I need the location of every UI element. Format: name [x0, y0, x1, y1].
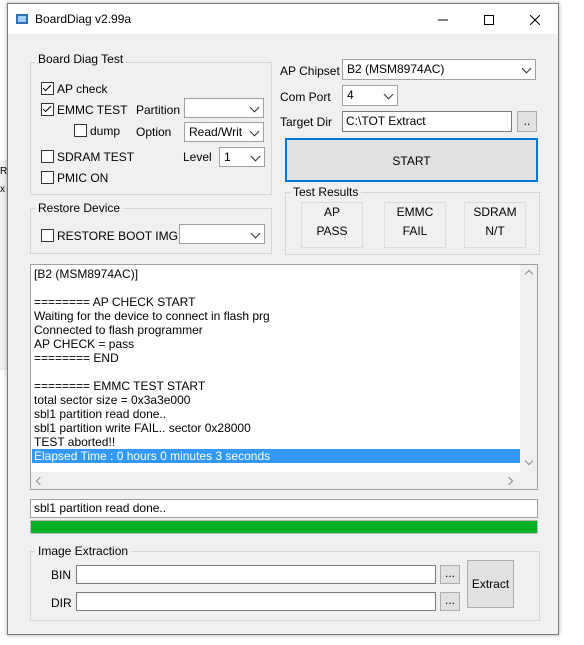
- emmc-test-label: EMMC TEST: [57, 103, 128, 117]
- app-icon: [16, 14, 28, 24]
- test-results-title: Test Results: [290, 185, 362, 199]
- log-line: sbl1 partition write FAIL.. sector 0x280…: [34, 421, 251, 435]
- log-line: ======== EMMC TEST START: [34, 379, 206, 393]
- progress-fill: [31, 521, 537, 533]
- log-line: Waiting for the device to connect in fla…: [34, 309, 270, 323]
- close-icon: [529, 14, 541, 26]
- sdram-test-checkbox[interactable]: [41, 150, 54, 163]
- restore-boot-img-checkbox[interactable]: [41, 229, 54, 242]
- result-sdram-value: N/T: [485, 224, 505, 238]
- bin-input[interactable]: [76, 565, 436, 584]
- result-sdram: SDRAM N/T: [464, 202, 526, 248]
- com-port-value: 4: [347, 88, 354, 102]
- ap-check-checkbox[interactable]: [41, 82, 54, 95]
- log-line: AP CHECK = pass: [34, 337, 135, 351]
- log-horizontal-scrollbar[interactable]: [31, 472, 520, 489]
- scrollbar-corner: [520, 472, 537, 489]
- result-sdram-name: SDRAM: [473, 205, 517, 219]
- dir-label: DIR: [51, 596, 72, 610]
- bin-browse-button[interactable]: ...: [440, 565, 460, 584]
- chevron-down-icon: [250, 228, 261, 239]
- result-ap-name: AP: [323, 205, 340, 219]
- close-button[interactable]: [512, 4, 558, 34]
- partition-label: Partition: [136, 103, 181, 117]
- extract-button[interactable]: Extract: [467, 560, 514, 608]
- chevron-down-icon: [250, 151, 261, 162]
- pmic-on-label: PMIC ON: [57, 171, 109, 185]
- restore-device-title: Restore Device: [35, 201, 124, 215]
- ap-chipset-label: AP Chipset: [280, 64, 340, 78]
- log-output[interactable]: [B2 (MSM8974AC)] ======== AP CHECK START…: [30, 264, 538, 490]
- pmic-on-checkbox[interactable]: [41, 171, 54, 184]
- dump-label: dump: [90, 124, 121, 138]
- com-port-label: Com Port: [280, 90, 331, 104]
- background-mark: x: [0, 184, 5, 195]
- restore-boot-img-select[interactable]: [179, 224, 265, 244]
- result-emmc-name: EMMC: [396, 205, 434, 219]
- progress-bar: [30, 520, 538, 534]
- dump-checkbox[interactable]: [74, 124, 87, 137]
- minimize-button[interactable]: [420, 4, 466, 34]
- minimize-icon: [438, 19, 448, 21]
- level-value: 1: [224, 150, 231, 164]
- log-vertical-scrollbar[interactable]: [520, 265, 537, 472]
- chevron-down-icon: [383, 89, 394, 100]
- log-line: ======== END: [34, 351, 119, 365]
- scroll-right-icon[interactable]: [504, 476, 514, 486]
- emmc-test-checkbox[interactable]: [41, 103, 54, 116]
- scroll-down-icon[interactable]: [524, 456, 534, 466]
- com-port-select[interactable]: 4: [342, 85, 398, 106]
- bin-label: BIN: [51, 568, 72, 582]
- chevron-down-icon: [249, 102, 260, 113]
- title-bar[interactable]: BoardDiag v2.99a: [8, 4, 558, 34]
- log-line: TEST aborted!!: [34, 435, 116, 449]
- maximize-icon: [484, 15, 494, 26]
- log-line: ======== AP CHECK START: [34, 295, 196, 309]
- option-value: Read/Writ: [189, 125, 243, 139]
- log-line-selected: Elapsed Time : 0 hours 0 minutes 3 secon…: [32, 449, 520, 463]
- log-line: [B2 (MSM8974AC)]: [34, 267, 139, 281]
- partition-select[interactable]: [184, 98, 264, 118]
- image-extraction-title: Image Extraction: [35, 544, 132, 558]
- option-label: Option: [136, 125, 172, 139]
- scroll-up-icon[interactable]: [524, 269, 534, 279]
- ap-check-label: AP check: [57, 82, 108, 96]
- start-button[interactable]: START: [285, 138, 538, 182]
- target-dir-value: C:\TOT Extract: [346, 114, 426, 128]
- result-ap: AP PASS: [301, 202, 363, 248]
- log-line: Connected to flash programmer: [34, 323, 203, 337]
- target-dir-label: Target Dir: [280, 115, 333, 129]
- sdram-test-label: SDRAM TEST: [57, 150, 135, 164]
- ap-chipset-value: B2 (MSM8974AC): [347, 62, 445, 76]
- chevron-down-icon: [249, 126, 260, 137]
- result-emmc: EMMC FAIL: [384, 202, 446, 248]
- level-select[interactable]: 1: [219, 147, 265, 167]
- log-line: sbl1 partition read done..: [34, 407, 167, 421]
- ap-chipset-select[interactable]: B2 (MSM8974AC): [342, 59, 536, 80]
- target-dir-browse-button[interactable]: ..: [517, 111, 537, 132]
- dir-browse-button[interactable]: ...: [440, 592, 460, 611]
- level-label: Level: [183, 150, 212, 164]
- result-emmc-value: FAIL: [402, 224, 428, 238]
- window-title: BoardDiag v2.99a: [35, 12, 132, 26]
- scroll-left-icon[interactable]: [35, 476, 45, 486]
- maximize-button[interactable]: [466, 4, 512, 34]
- result-ap-value: PASS: [316, 224, 348, 238]
- target-dir-input[interactable]: C:\TOT Extract: [342, 111, 512, 132]
- boarddiag-window: BoardDiag v2.99a Board Diag Test AP chec…: [7, 3, 559, 635]
- status-text: sbl1 partition read done..: [34, 501, 167, 515]
- board-diag-title: Board Diag Test: [35, 52, 127, 66]
- dir-input[interactable]: [76, 592, 436, 611]
- option-select[interactable]: Read/Writ: [184, 122, 264, 142]
- restore-boot-img-label: RESTORE BOOT IMG: [57, 229, 178, 243]
- status-field[interactable]: sbl1 partition read done..: [30, 499, 538, 518]
- chevron-down-icon: [521, 63, 532, 74]
- log-line: total sector size = 0x3a3e000: [34, 393, 191, 407]
